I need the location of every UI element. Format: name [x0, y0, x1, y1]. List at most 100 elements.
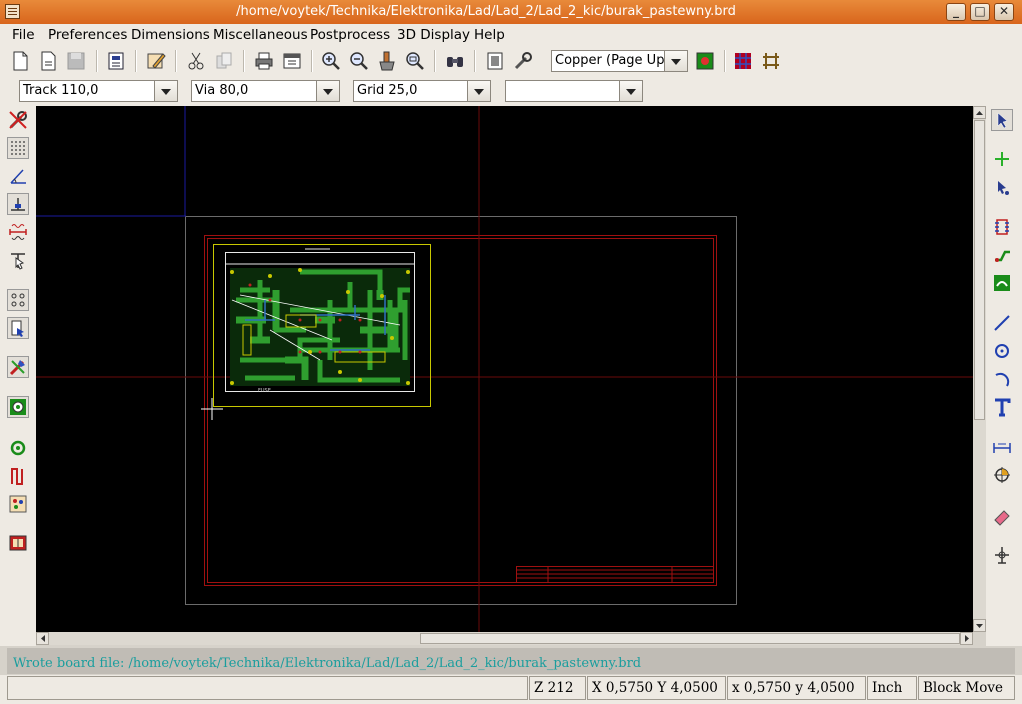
status-zoom: Z 212 — [529, 676, 586, 700]
toolbar-separator — [474, 50, 476, 72]
maximize-button[interactable]: □ — [970, 3, 990, 21]
library-icon[interactable] — [145, 50, 167, 72]
status-units: Inch — [867, 676, 917, 700]
toolbar-separator — [311, 50, 313, 72]
horizontal-scrollbar[interactable] — [36, 632, 973, 645]
chevron-down-icon[interactable] — [154, 81, 177, 101]
vertical-scrollbar[interactable] — [973, 106, 986, 632]
toolbar-separator — [434, 50, 436, 72]
scroll-right-button[interactable] — [960, 632, 973, 645]
status-cell-empty — [7, 676, 528, 700]
high-contrast-icon[interactable] — [7, 493, 29, 515]
units-toggle-icon[interactable] — [7, 193, 29, 215]
add-circle-icon[interactable] — [991, 340, 1013, 362]
add-track-icon[interactable] — [991, 272, 1013, 294]
minimize-button[interactable]: _ — [946, 3, 966, 21]
drc-icon[interactable] — [512, 50, 534, 72]
add-component-icon[interactable] — [991, 148, 1013, 170]
inch-mm-icon[interactable] — [7, 221, 29, 243]
status-mode: Block Move — [918, 676, 1015, 700]
page-settings-icon[interactable] — [105, 50, 127, 72]
window-title: /home/voytek/Technika/Elektronika/Lad/La… — [236, 4, 736, 19]
add-target-icon[interactable] — [991, 464, 1013, 486]
toolbar-separator — [135, 50, 137, 72]
redraw-icon[interactable] — [376, 50, 398, 72]
main-toolbar: Copper (Page Up) — [0, 46, 1022, 76]
zoom-select[interactable] — [505, 80, 643, 102]
add-module-icon[interactable] — [991, 244, 1013, 266]
net-highlight-icon[interactable] — [991, 176, 1013, 198]
zoom-out-icon[interactable] — [348, 50, 370, 72]
open-board-icon[interactable] — [37, 50, 59, 72]
chevron-down-icon[interactable] — [664, 51, 687, 71]
new-board-icon[interactable] — [9, 50, 31, 72]
netlist-icon[interactable] — [484, 50, 506, 72]
menu-miscellaneous[interactable]: Miscellaneous — [213, 27, 308, 43]
autoroute-icon[interactable] — [760, 50, 782, 72]
copy-icon[interactable] — [213, 50, 235, 72]
set-origin-icon[interactable] — [991, 544, 1013, 566]
tracks-sketch-icon[interactable] — [7, 465, 29, 487]
scroll-up-button[interactable] — [973, 106, 986, 119]
module-ratsnest-icon[interactable] — [7, 317, 29, 339]
layer-color-icon[interactable] — [694, 50, 716, 72]
app-menu-icon[interactable] — [5, 4, 20, 19]
zoom-in-icon[interactable] — [320, 50, 342, 72]
print-icon[interactable] — [253, 50, 275, 72]
pads-sketch-icon[interactable] — [7, 396, 29, 418]
via-size-select[interactable]: Via 80,0 — [191, 80, 340, 102]
status-abs-coords: X 0,5750 Y 4,0500 — [587, 676, 726, 700]
add-line-icon[interactable] — [991, 312, 1013, 334]
menu-postprocess[interactable]: Postprocess — [310, 27, 390, 43]
auto-delete-track-icon[interactable] — [7, 356, 29, 378]
microwave-toolbar-icon[interactable] — [7, 532, 29, 554]
close-button[interactable]: ✕ — [994, 3, 1014, 21]
zoom-auto-icon[interactable] — [404, 50, 426, 72]
menu-file[interactable]: File — [12, 27, 35, 43]
scroll-left-button[interactable] — [36, 632, 49, 645]
add-arc-icon[interactable] — [991, 368, 1013, 390]
menu-preferences[interactable]: Preferences — [48, 27, 127, 43]
ratsnest-icon[interactable] — [7, 289, 29, 311]
scroll-down-button[interactable] — [973, 619, 986, 632]
menu-dimensions[interactable]: Dimensions — [131, 27, 210, 43]
vertical-scroll-thumb[interactable] — [974, 120, 985, 420]
save-icon[interactable] — [65, 50, 87, 72]
toolbar-separator — [96, 50, 98, 72]
origin-lines — [36, 106, 186, 217]
options-toolbar: Track 110,0 Via 80,0 Grid 25,0 — [0, 76, 1022, 107]
right-toolbar — [986, 106, 1022, 646]
select-arrow-icon[interactable] — [991, 109, 1013, 131]
drc-off-icon[interactable] — [7, 109, 29, 131]
polar-coord-icon[interactable] — [7, 165, 29, 187]
cursor-shape-icon[interactable] — [7, 249, 29, 271]
track-width-select[interactable]: Track 110,0 — [19, 80, 178, 102]
silk-label: FUSE — [258, 388, 271, 394]
chevron-down-icon[interactable] — [467, 81, 490, 101]
pcb-tracks — [230, 268, 410, 386]
left-toolbar — [0, 106, 36, 646]
plot-icon[interactable] — [281, 50, 303, 72]
add-dimension-icon[interactable] — [991, 436, 1013, 458]
layer-select[interactable]: Copper (Page Up) — [551, 50, 688, 72]
menu-help[interactable]: Help — [474, 27, 505, 43]
find-icon[interactable] — [444, 50, 466, 72]
via-sketch-icon[interactable] — [7, 437, 29, 459]
horizontal-scroll-thumb[interactable] — [420, 633, 960, 644]
chevron-down-icon[interactable] — [619, 81, 642, 101]
delete-icon[interactable] — [991, 504, 1013, 526]
axis-lines — [36, 106, 973, 632]
grid-toggle-icon[interactable] — [7, 137, 29, 159]
toolbar-separator — [724, 50, 726, 72]
cut-icon[interactable] — [185, 50, 207, 72]
message-text: Wrote board file: /home/voytek/Technika/… — [13, 656, 642, 671]
pcb-canvas[interactable]: FUSE — [36, 106, 973, 632]
chevron-down-icon[interactable] — [316, 81, 339, 101]
autoplace-icon[interactable] — [732, 50, 754, 72]
grid-select[interactable]: Grid 25,0 — [353, 80, 491, 102]
local-ratsnest-icon[interactable] — [991, 216, 1013, 238]
title-block — [516, 566, 714, 583]
add-text-icon[interactable] — [991, 396, 1013, 418]
status-rel-coords: x 0,5750 y 4,0500 — [727, 676, 866, 700]
menu-3d-display[interactable]: 3D Display — [397, 27, 470, 43]
